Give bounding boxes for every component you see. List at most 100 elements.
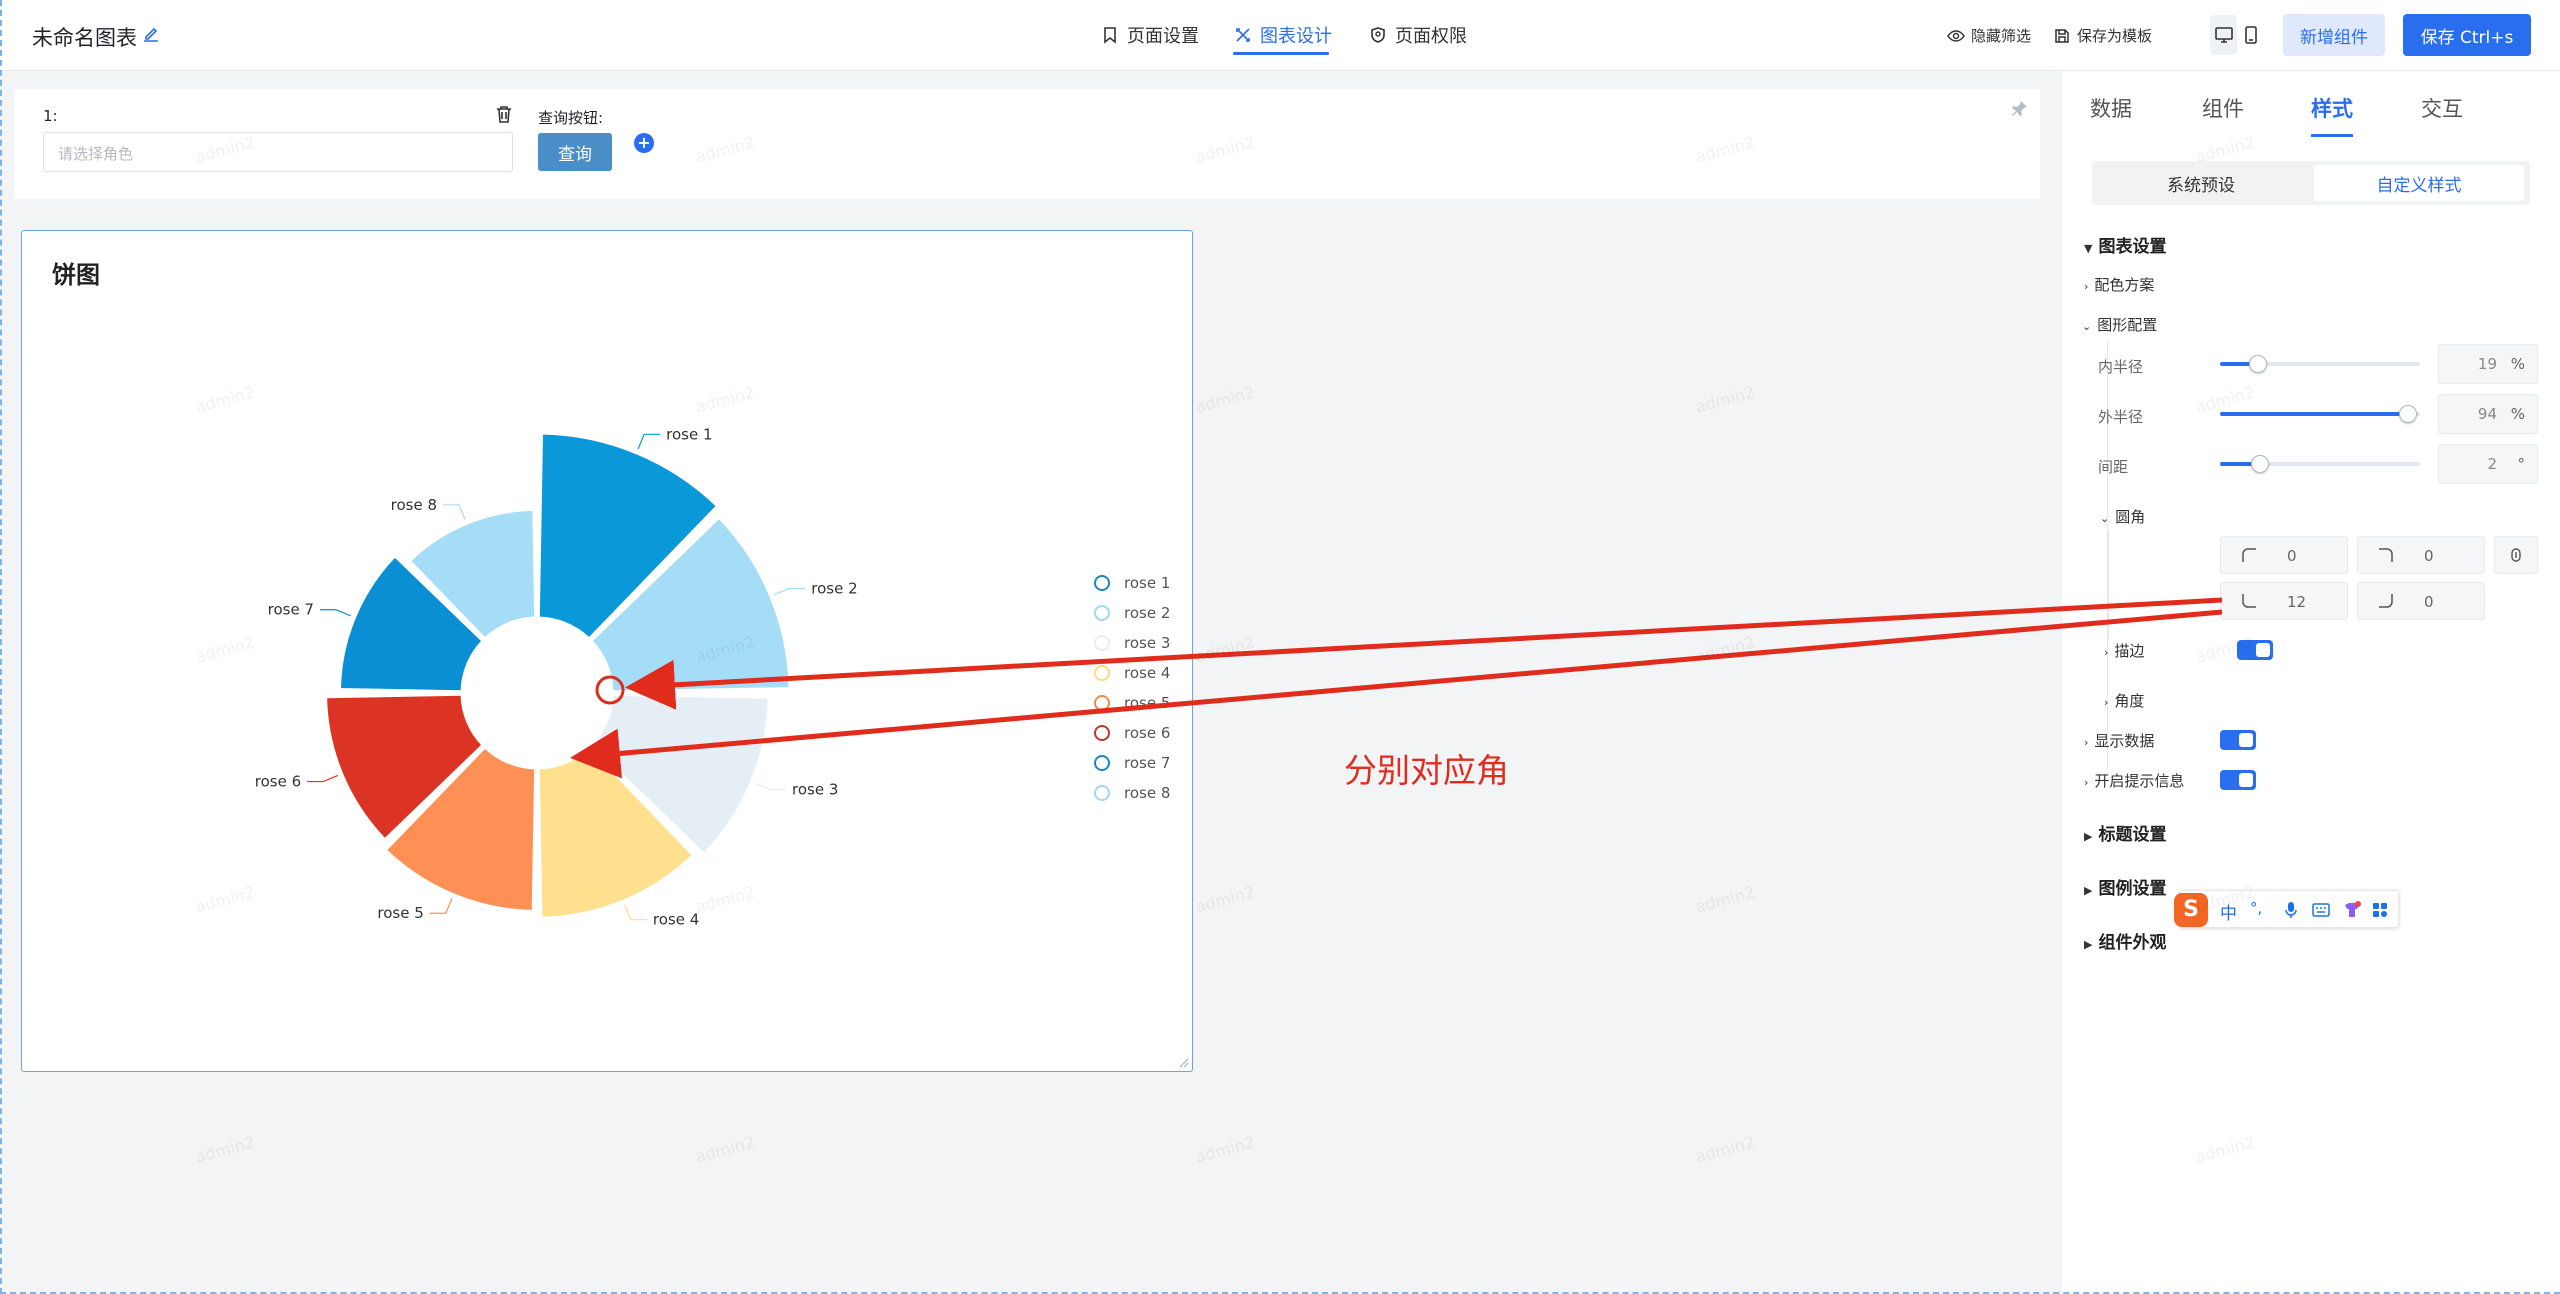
legend-marker-icon [1094,785,1110,801]
corner-top-left-input[interactable]: 0 [2220,536,2348,574]
save-template-button[interactable]: 保存为模板 [2053,25,2152,46]
show-data-toggle[interactable] [2220,730,2256,750]
legend-label: rose 6 [1124,724,1171,742]
legend-item[interactable]: rose 1 [1094,568,1170,598]
corner-top-left-icon [2242,548,2256,562]
custom-style-option[interactable]: 自定义样式 [2314,165,2524,201]
panel-tab-component[interactable]: 组件 [2202,93,2244,123]
pie-label-7: rose 7 [268,601,314,619]
outer-radius-slider[interactable] [2220,405,2420,423]
legend-label: rose 8 [1124,784,1171,802]
legend-item[interactable]: rose 7 [1094,748,1170,778]
corner-top-right-input[interactable]: 0 [2357,536,2485,574]
panel-tab-data[interactable]: 数据 [2090,93,2132,123]
legend-item[interactable]: rose 8 [1094,778,1170,808]
pie-label-6: rose 6 [255,773,301,791]
pin-icon[interactable] [2011,99,2029,117]
corner-bottom-right-input[interactable]: 0 [2357,582,2485,620]
tab-page-permissions[interactable]: 页面权限 [1369,22,1467,48]
corner-item[interactable]: ⌄ 圆角 [2100,506,2145,527]
pie-chart: rose 1 rose 2 rose 3 rose 4 rose 5 rose 6 rose… [255,425,858,928]
chevron-right-icon: › [2104,646,2109,659]
spacing-input[interactable]: 2 ° [2438,444,2538,484]
trash-icon[interactable] [495,104,513,124]
corner-link-button[interactable] [2494,536,2538,574]
keyboard-icon[interactable] [2312,902,2330,918]
legend-label: rose 5 [1124,694,1171,712]
chevron-right-icon: › [2104,696,2109,709]
corner-bottom-left-input[interactable]: 12 [2220,582,2348,620]
panel-tab-interaction[interactable]: 交互 [2421,93,2463,123]
filter-bar: 1: 请选择角色 查询按钮: 查询 + [14,89,2040,199]
chart-card[interactable]: 饼图 rose 1 rose 2 rose 3 rose 4 rose 5 rose 6r… [21,230,1193,1072]
tab-chart-design[interactable]: 图表设计 [1234,22,1332,48]
desktop-view-button[interactable] [2210,15,2237,55]
inner-radius-input[interactable]: 19% [2438,344,2538,384]
legend-item[interactable]: rose 5 [1094,688,1170,718]
save-icon [2055,28,2069,43]
tab-page-settings[interactable]: 页面设置 [1101,22,1199,48]
caret-right-icon: ▶ [2084,884,2093,897]
mobile-view-button[interactable] [2237,15,2264,55]
slider-knob[interactable] [2249,355,2267,373]
chevron-down-icon: ⌄ [2100,512,2110,525]
shape-config-item[interactable]: ⌄ 图形配置 [2082,314,2157,335]
caret-right-icon: ▶ [2084,938,2093,951]
inner-radius-slider[interactable] [2220,355,2420,373]
stroke-item[interactable]: › 描边 [2104,640,2144,661]
title-settings-section[interactable]: ▶ 标题设置 [2084,820,2166,845]
mobile-icon [2244,26,2257,44]
watermark-text: admin2 [1193,1132,1257,1167]
bookmark-icon [1104,27,1116,44]
watermark-text: admin2 [1193,382,1257,417]
outer-radius-input[interactable]: 94% [2438,394,2538,434]
query-button[interactable]: 查询 [538,133,612,171]
add-component-button[interactable]: 新增组件 [2283,14,2385,56]
add-filter-icon[interactable]: + [634,133,654,153]
panel-tab-style[interactable]: 样式 [2311,93,2353,123]
caret-right-icon: ▶ [2084,830,2093,843]
resize-handle-icon[interactable] [1179,1058,1189,1068]
tooltip-toggle[interactable] [2220,770,2256,790]
legend-item[interactable]: rose 6 [1094,718,1170,748]
legend-marker-icon [1094,665,1110,681]
slider-knob[interactable] [2399,405,2417,423]
edit-icon[interactable] [141,24,161,44]
filter-field-label: 1: [43,107,58,125]
watermark-text: admin2 [1693,632,1757,667]
stroke-toggle[interactable] [2237,640,2273,660]
pie-label-2: rose 2 [811,580,857,598]
legend-item[interactable]: rose 2 [1094,598,1170,628]
outer-radius-label: 外半径 [2098,408,2144,426]
legend-item[interactable]: rose 4 [1094,658,1170,688]
watermark-text: admin2 [1193,632,1257,667]
legend-marker-icon [1094,605,1110,621]
slider-knob[interactable] [2251,455,2269,473]
show-data-item[interactable]: › 显示数据 [2084,730,2154,751]
legend-marker-icon [1094,635,1110,651]
legend-label: rose 2 [1124,604,1171,622]
tooltip-item[interactable]: › 开启提示信息 [2084,770,2184,791]
spacing-slider[interactable] [2220,455,2420,473]
toolbox-icon[interactable] [2372,902,2388,918]
role-select-input[interactable]: 请选择角色 [43,132,513,172]
chart-settings-section[interactable]: ▼ 图表设置 [2084,232,2166,257]
color-scheme-item[interactable]: › 配色方案 [2084,274,2154,295]
sogou-logo-icon[interactable]: S [2174,893,2208,927]
ime-punct-mode[interactable]: °, [2250,899,2262,917]
legend-item[interactable]: rose 3 [1094,628,1170,658]
skin-icon[interactable] [2342,900,2362,920]
hide-filter-button[interactable]: 隐藏筛选 [1947,25,2031,46]
top-bar: 未命名图表 页面设置 图表设计 页面权限 隐藏筛选 保存为模板 新增组件 保存 … [0,0,2560,71]
angle-item[interactable]: › 角度 [2104,690,2144,711]
legend-marker-icon [1094,755,1110,771]
ime-chinese-mode[interactable]: 中 [2220,899,2237,924]
system-preset-option[interactable]: 系统预设 [2096,165,2306,201]
save-button[interactable]: 保存 Ctrl+s [2403,14,2531,56]
microphone-icon[interactable] [2284,901,2298,919]
desktop-icon [2214,27,2233,43]
legend-label: rose 7 [1124,754,1171,772]
legend-settings-section[interactable]: ▶ 图例设置 [2084,874,2166,899]
chevron-right-icon: › [2084,736,2089,749]
appearance-settings-section[interactable]: ▶ 组件外观 [2084,928,2166,953]
